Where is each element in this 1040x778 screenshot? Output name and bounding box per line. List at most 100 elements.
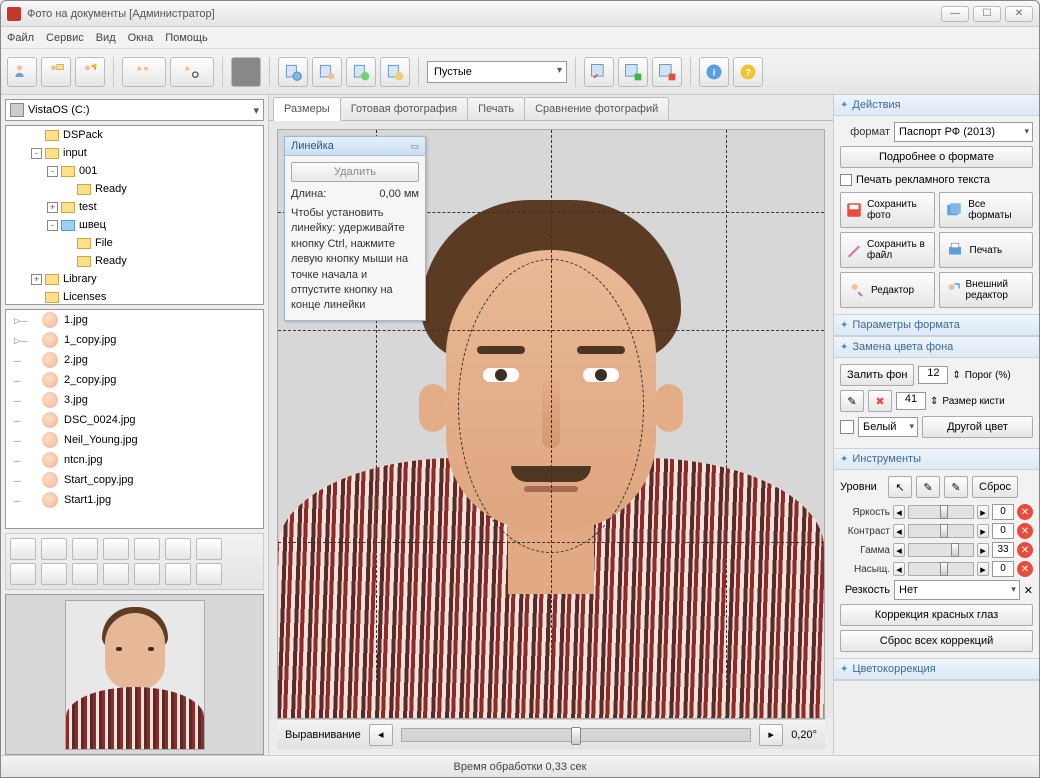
close-button[interactable]: ✕ bbox=[1005, 6, 1033, 22]
align-right-button[interactable]: ▸ bbox=[759, 724, 783, 746]
levels-picker2-button[interactable]: ✎ bbox=[944, 476, 968, 498]
menu-windows[interactable]: Окна bbox=[128, 32, 154, 44]
toolbar-btn-1[interactable] bbox=[7, 57, 37, 87]
ltool-6[interactable] bbox=[165, 538, 191, 560]
canvas[interactable]: Линейка ▭ Удалить Длина: 0,00 мм Чтобы у… bbox=[277, 129, 825, 719]
eraser-button[interactable]: ✎ bbox=[840, 390, 864, 412]
ltool-7[interactable] bbox=[196, 538, 222, 560]
file-item[interactable]: —Start_copy.jpg bbox=[6, 470, 263, 490]
file-item[interactable]: —ntcn.jpg bbox=[6, 450, 263, 470]
menu-help[interactable]: Помощь bbox=[165, 32, 208, 44]
tab-finished[interactable]: Готовая фотография bbox=[340, 97, 468, 120]
other-color-button[interactable]: Другой цвет bbox=[922, 416, 1033, 438]
align-left-button[interactable]: ◂ bbox=[369, 724, 393, 746]
file-item[interactable]: —Neil_Young.jpg bbox=[6, 430, 263, 450]
sharpness-select[interactable]: Нет bbox=[894, 580, 1020, 600]
toolbar-btn-5[interactable] bbox=[170, 57, 214, 87]
brush-input[interactable]: 41 bbox=[896, 392, 926, 410]
ltool-12[interactable] bbox=[134, 563, 160, 585]
ltool-14[interactable] bbox=[196, 563, 222, 585]
tree-node[interactable]: +test bbox=[6, 198, 263, 216]
ltool-11[interactable] bbox=[103, 563, 129, 585]
ltool-1[interactable] bbox=[10, 538, 36, 560]
ltool-3[interactable] bbox=[72, 538, 98, 560]
tree-node[interactable]: DSPack bbox=[6, 126, 263, 144]
editor-button[interactable]: Редактор bbox=[840, 272, 935, 308]
tree-node[interactable]: File bbox=[6, 234, 263, 252]
tab-sizes[interactable]: Размеры bbox=[273, 97, 341, 121]
save-photo-button[interactable]: Сохранить фото bbox=[840, 192, 935, 228]
color-select[interactable]: Белый bbox=[858, 417, 918, 437]
toolbar-btn-12[interactable] bbox=[652, 57, 682, 87]
menu-service[interactable]: Сервис bbox=[46, 32, 84, 44]
tree-node[interactable]: -швец bbox=[6, 216, 263, 234]
file-item[interactable]: —DSC_0024.jpg bbox=[6, 410, 263, 430]
all-formats-button[interactable]: Все форматы bbox=[939, 192, 1034, 228]
contrast-slider[interactable] bbox=[908, 524, 974, 538]
menu-file[interactable]: Файл bbox=[7, 32, 34, 44]
sharpness-reset[interactable]: ✕ bbox=[1024, 584, 1033, 597]
file-item[interactable]: —Start1.jpg bbox=[6, 490, 263, 510]
toolbar-btn-4[interactable] bbox=[122, 57, 166, 87]
brightness-reset[interactable]: ✕ bbox=[1017, 504, 1033, 520]
saturation-reset[interactable]: ✕ bbox=[1017, 561, 1033, 577]
panel-actions-header[interactable]: ✦Действия bbox=[834, 95, 1039, 116]
toolbar-info-button[interactable]: i bbox=[699, 57, 729, 87]
drive-select[interactable]: VistaOS (C:) ▾ bbox=[5, 99, 264, 121]
contrast-reset[interactable]: ✕ bbox=[1017, 523, 1033, 539]
ruler-panel[interactable]: Линейка ▭ Удалить Длина: 0,00 мм Чтобы у… bbox=[284, 136, 426, 321]
toolbar-color-swatch[interactable] bbox=[231, 57, 261, 87]
tree-node[interactable]: Licenses bbox=[6, 288, 263, 305]
more-format-button[interactable]: Подробнее о формате bbox=[840, 146, 1033, 168]
adtext-checkbox[interactable] bbox=[840, 174, 852, 186]
toolbar-btn-3[interactable] bbox=[75, 57, 105, 87]
external-editor-button[interactable]: Внешний редактор bbox=[939, 272, 1034, 308]
toolbar-btn-9[interactable] bbox=[380, 57, 410, 87]
panel-bgcolor-header[interactable]: ✦Замена цвета фона bbox=[834, 337, 1039, 358]
panel-tools-header[interactable]: ✦Инструменты bbox=[834, 449, 1039, 470]
file-item[interactable]: ▷—1_copy.jpg bbox=[6, 330, 263, 350]
toolbar-btn-2[interactable] bbox=[41, 57, 71, 87]
saturation-slider[interactable] bbox=[908, 562, 974, 576]
print-button[interactable]: Печать bbox=[939, 232, 1034, 268]
panel-colorcorr-header[interactable]: ✦Цветокоррекция bbox=[834, 659, 1039, 680]
panel-params-header[interactable]: ✦Параметры формата bbox=[834, 315, 1039, 336]
tab-print[interactable]: Печать bbox=[467, 97, 525, 120]
folder-tree[interactable]: DSPack-input-001Ready+test-швецFileReady… bbox=[5, 125, 264, 305]
file-item[interactable]: —2.jpg bbox=[6, 350, 263, 370]
ltool-4[interactable] bbox=[103, 538, 129, 560]
tree-node[interactable]: Ready bbox=[6, 252, 263, 270]
levels-reset-button[interactable]: Сброс bbox=[972, 476, 1018, 498]
menu-view[interactable]: Вид bbox=[96, 32, 116, 44]
ltool-10[interactable] bbox=[72, 563, 98, 585]
ltool-13[interactable] bbox=[165, 563, 191, 585]
eraser-x-button[interactable]: ✖ bbox=[868, 390, 892, 412]
toolbar-btn-11[interactable] bbox=[618, 57, 648, 87]
redeye-button[interactable]: Коррекция красных глаз bbox=[840, 604, 1033, 626]
gamma-slider[interactable] bbox=[908, 543, 974, 557]
tree-node[interactable]: +Library bbox=[6, 270, 263, 288]
file-item[interactable]: —3.jpg bbox=[6, 390, 263, 410]
file-list[interactable]: ▷—1.jpg▷—1_copy.jpg —2.jpg —2_copy.jpg —… bbox=[5, 309, 264, 529]
toolbar-combo[interactable]: Пустые bbox=[427, 61, 567, 83]
tree-node[interactable]: Ready bbox=[6, 180, 263, 198]
file-item[interactable]: ▷—1.jpg bbox=[6, 310, 263, 330]
minimize-button[interactable]: — bbox=[941, 6, 969, 22]
toolbar-btn-10[interactable] bbox=[584, 57, 614, 87]
file-item[interactable]: —2_copy.jpg bbox=[6, 370, 263, 390]
ltool-9[interactable] bbox=[41, 563, 67, 585]
ruler-delete-button[interactable]: Удалить bbox=[291, 162, 419, 182]
ltool-2[interactable] bbox=[41, 538, 67, 560]
tab-compare[interactable]: Сравнение фотографий bbox=[524, 97, 669, 120]
levels-picker1-button[interactable]: ✎ bbox=[916, 476, 940, 498]
toolbar-btn-7[interactable] bbox=[312, 57, 342, 87]
tree-node[interactable]: -001 bbox=[6, 162, 263, 180]
levels-cursor-button[interactable]: ↖ bbox=[888, 476, 912, 498]
fill-bg-button[interactable]: Залить фон bbox=[840, 364, 914, 386]
maximize-button[interactable]: ☐ bbox=[973, 6, 1001, 22]
toolbar-btn-6[interactable] bbox=[278, 57, 308, 87]
brightness-slider[interactable] bbox=[908, 505, 974, 519]
threshold-input[interactable]: 12 bbox=[918, 366, 948, 384]
toolbar-help-button[interactable]: ? bbox=[733, 57, 763, 87]
ruler-close-icon[interactable]: ▭ bbox=[410, 141, 419, 152]
